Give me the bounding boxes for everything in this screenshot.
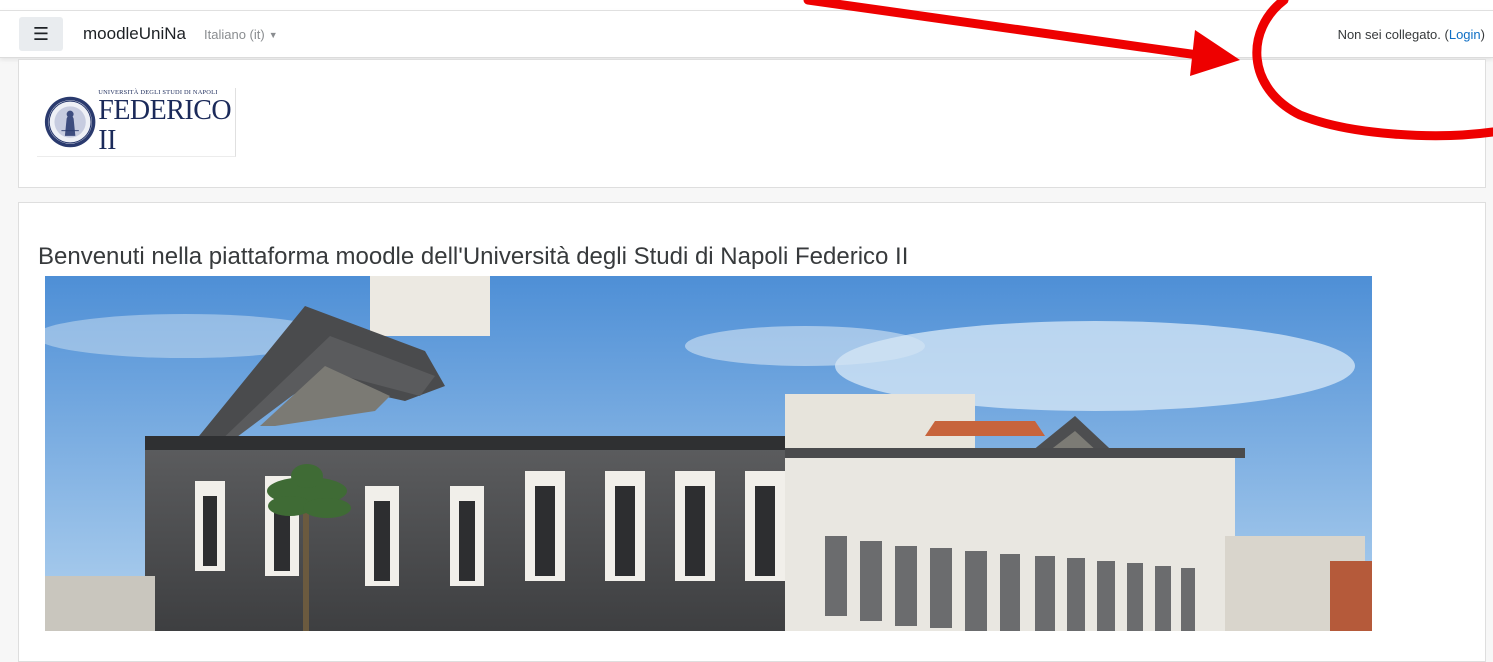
- hamburger-icon: ☰: [32, 23, 50, 44]
- welcome-heading: Benvenuti nella piattaforma moodle dell'…: [38, 243, 909, 270]
- login-status: Non sei collegato. (Login): [1338, 27, 1485, 42]
- university-logo[interactable]: UNIVERSITÀ DEGLI STUDI DI NAPOLI FEDERIC…: [37, 88, 236, 157]
- top-strip: [0, 0, 1493, 10]
- logo-wordmark: UNIVERSITÀ DEGLI STUDI DI NAPOLI FEDERIC…: [98, 89, 235, 156]
- language-label: Italiano (it): [204, 27, 265, 42]
- site-brand-link[interactable]: moodleUniNa: [83, 24, 186, 44]
- site-main-card: Benvenuti nella piattaforma moodle dell'…: [18, 202, 1486, 662]
- language-selector[interactable]: Italiano (it) ▼: [204, 27, 278, 42]
- building-image: [45, 276, 1372, 631]
- logo-title: FEDERICO II: [98, 94, 232, 156]
- page-header-card: UNIVERSITÀ DEGLI STUDI DI NAPOLI FEDERIC…: [18, 59, 1486, 188]
- hamburger-menu-button[interactable]: ☰: [19, 17, 63, 51]
- top-navbar: ☰ moodleUniNa Italiano (it) ▼ Non sei col…: [0, 10, 1493, 58]
- login-status-text: Non sei collegato. (: [1337, 27, 1449, 42]
- university-seal-icon: [44, 96, 96, 148]
- login-status-suffix: ): [1480, 27, 1485, 42]
- university-building-photo: [45, 276, 1372, 631]
- caret-down-icon: ▼: [268, 30, 278, 40]
- login-link[interactable]: Login: [1449, 27, 1481, 42]
